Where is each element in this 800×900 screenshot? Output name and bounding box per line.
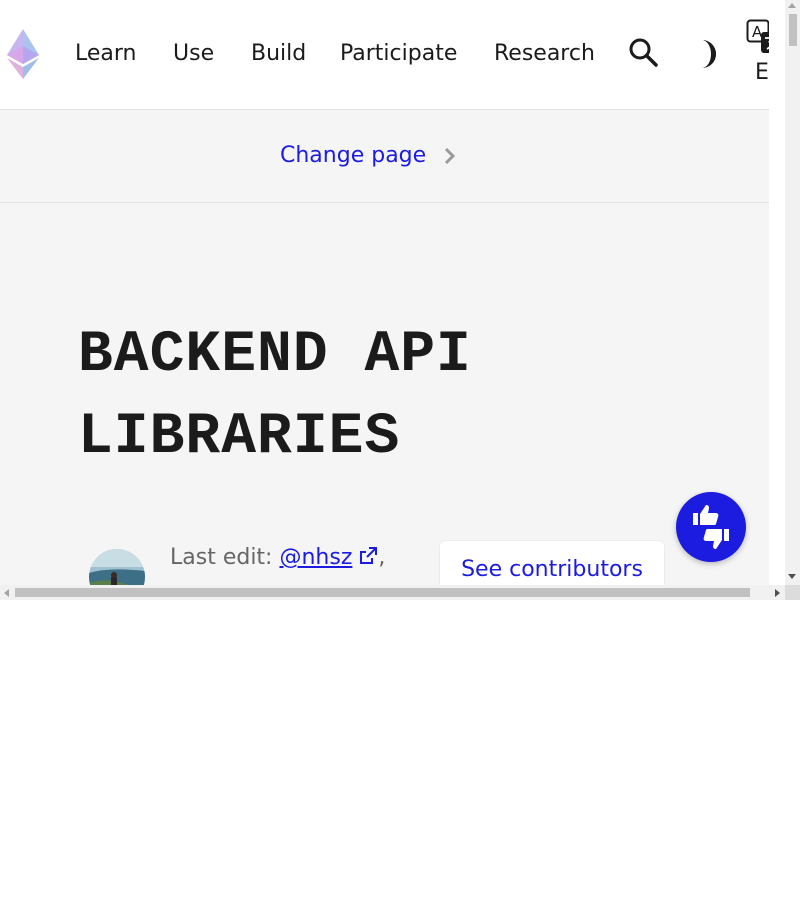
avatar-image [89, 549, 145, 585]
translate-icon: A [746, 19, 769, 53]
language-label: EN [755, 60, 769, 85]
dark-mode-icon[interactable] [690, 38, 720, 70]
page-title-line-1: BACKEND API [78, 323, 472, 388]
feedback-button[interactable] [676, 492, 746, 562]
scroll-left-arrow-icon[interactable] [4, 589, 9, 597]
nav-build[interactable]: Build [251, 40, 306, 68]
nav-use[interactable]: Use [173, 40, 214, 68]
scroll-up-arrow-icon[interactable] [788, 3, 796, 8]
nav-participate[interactable]: Participate [340, 40, 457, 68]
change-page-bar: Change page [0, 110, 769, 203]
change-page-button[interactable]: Change page [280, 142, 426, 170]
external-link-icon [360, 547, 378, 564]
last-edit-suffix: , [378, 545, 386, 570]
see-contributors-button[interactable]: See contributors [439, 540, 665, 585]
chevron-right-icon[interactable] [441, 145, 459, 167]
scrollbar-corner [785, 585, 800, 600]
scroll-down-arrow-icon[interactable] [788, 574, 796, 579]
vertical-scroll-thumb[interactable] [789, 14, 797, 46]
last-edit-author-link[interactable]: @nhsz [279, 545, 352, 570]
nav-learn[interactable]: Learn [75, 40, 137, 68]
site-header: Learn Use Build Participate Research A E [0, 0, 769, 110]
browser-viewport: Learn Use Build Participate Research A E… [0, 0, 800, 600]
last-edit-text: Last edit: @nhsz , [170, 543, 385, 573]
page-hero: BACKEND API LIBRARIES Last edit: @nhsz , [0, 203, 769, 585]
horizontal-scrollbar[interactable] [0, 585, 785, 600]
nav-research[interactable]: Research [494, 40, 595, 68]
thumbs-up-down-icon [693, 505, 729, 549]
horizontal-scroll-thumb[interactable] [15, 588, 750, 597]
page: Learn Use Build Participate Research A E… [0, 0, 769, 585]
search-icon[interactable] [628, 37, 660, 69]
scroll-right-arrow-icon[interactable] [775, 589, 780, 597]
language-button[interactable]: A EN [746, 18, 769, 88]
page-title-line-2: LIBRARIES [78, 405, 401, 470]
page-title: BACKEND API LIBRARIES [78, 315, 548, 479]
last-edit-label: Last edit: [170, 545, 280, 570]
ethereum-logo-icon[interactable] [5, 27, 41, 81]
avatar[interactable] [89, 549, 145, 585]
vertical-scrollbar[interactable] [785, 0, 800, 585]
